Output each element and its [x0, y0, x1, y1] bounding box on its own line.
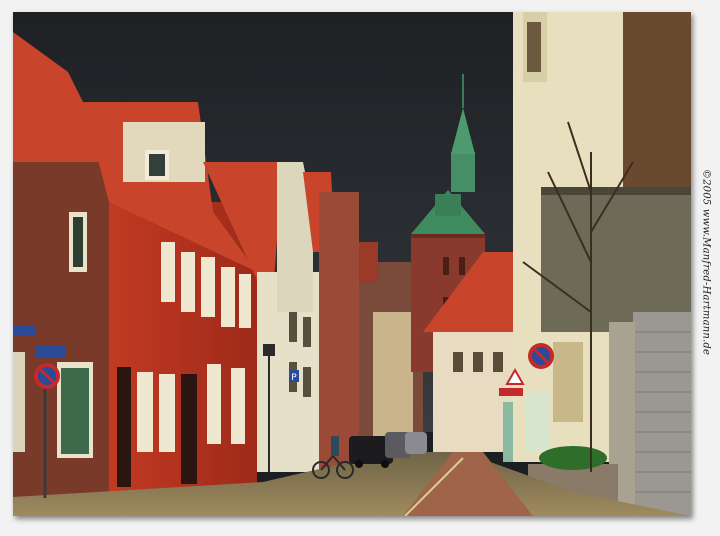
street-photo: P: [13, 12, 691, 516]
copyright-watermark: ©2005 www.Manfred-Hartmann.de: [700, 168, 712, 356]
photo-frame: P: [13, 12, 691, 516]
parking-sign-text: P: [291, 373, 297, 383]
